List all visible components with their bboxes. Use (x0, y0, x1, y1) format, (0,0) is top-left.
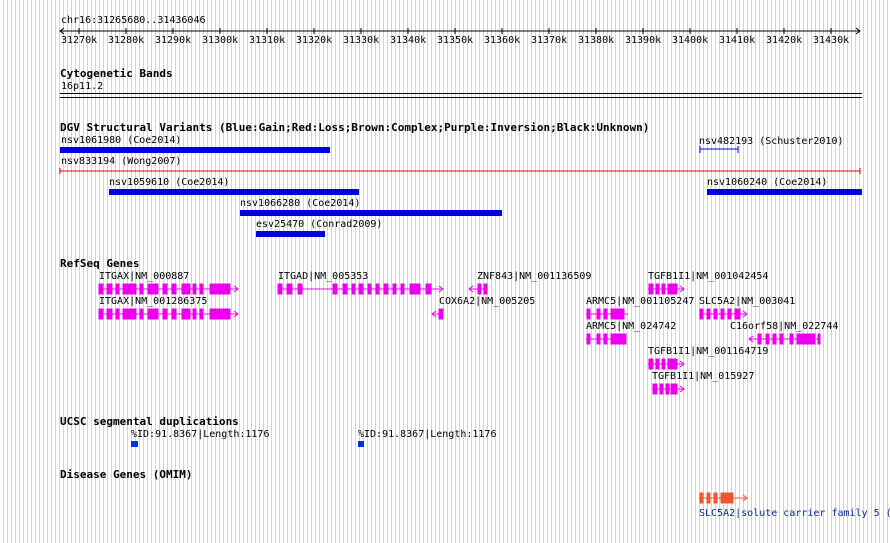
omim-gene-model[interactable] (0, 0, 890, 543)
genome-browser-panel: chr16:31265680..31436046 31270k 31280k 312… (0, 0, 890, 543)
omim-label[interactable]: SLC5A2|solute carrier family 5 ( (699, 508, 890, 519)
